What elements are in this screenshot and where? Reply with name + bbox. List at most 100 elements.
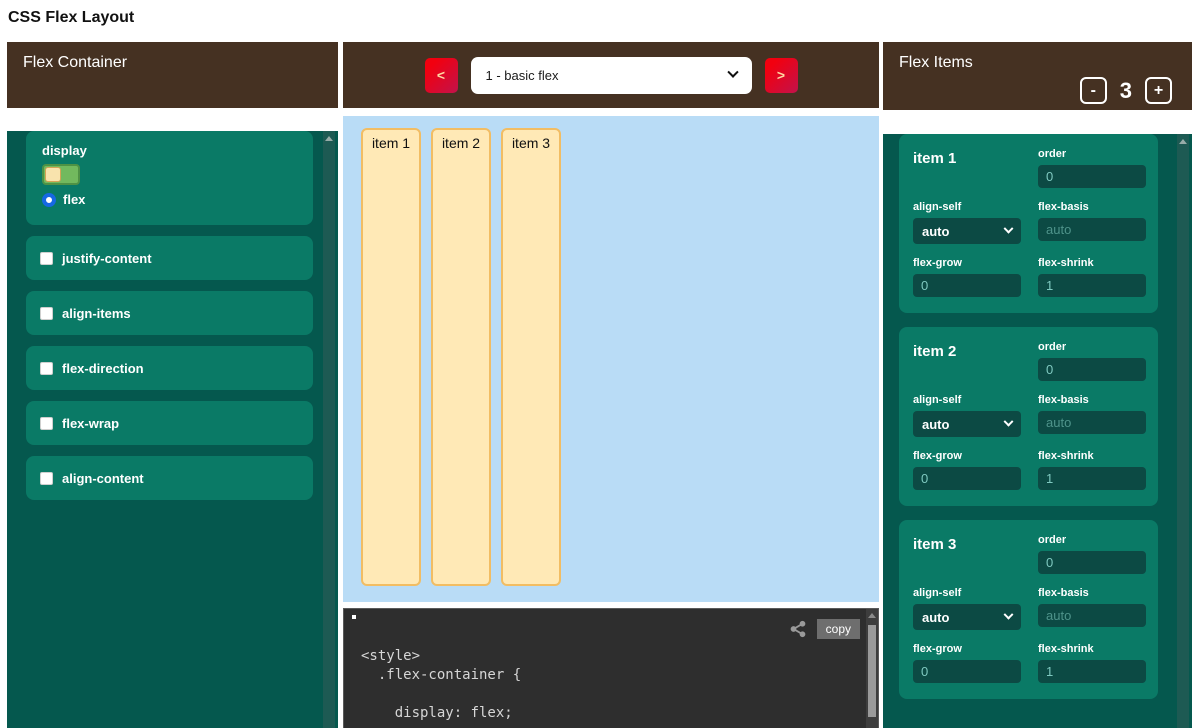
align-self-value: auto	[922, 417, 949, 432]
flex-basis-input[interactable]	[1038, 604, 1146, 627]
prev-example-button[interactable]: <	[425, 58, 458, 93]
item-name: item 3	[913, 534, 1021, 574]
property-label: flex-wrap	[62, 416, 119, 431]
flex-container-header: Flex Container	[7, 42, 338, 108]
scroll-up-arrow-icon[interactable]	[868, 613, 876, 618]
align-self-select[interactable]: auto	[913, 411, 1021, 437]
checkbox-icon[interactable]	[40, 362, 53, 375]
flex-shrink-input[interactable]	[1038, 467, 1146, 490]
item-count-controls: - 3 +	[1080, 77, 1172, 104]
preview-flex-item-2: item 2	[431, 128, 491, 586]
order-label: order	[1038, 148, 1146, 160]
page-title: CSS Flex Layout	[8, 9, 134, 27]
scrollbar-thumb[interactable]	[868, 625, 876, 717]
flex-grow-label: flex-grow	[913, 257, 1021, 269]
share-icon[interactable]	[789, 620, 807, 638]
order-label: order	[1038, 341, 1146, 353]
property-card-align-items[interactable]: align-items	[26, 291, 313, 335]
chevron-down-icon	[1004, 223, 1014, 233]
flex-shrink-field: flex-shrink	[1038, 450, 1146, 490]
flex-basis-input[interactable]	[1038, 218, 1146, 241]
order-input[interactable]	[1038, 165, 1146, 188]
flex-shrink-input[interactable]	[1038, 274, 1146, 297]
property-label: align-content	[62, 471, 144, 486]
copy-button[interactable]: copy	[817, 619, 860, 639]
radio-checked-icon[interactable]	[42, 193, 56, 207]
flex-container-body: display flex justify-content align-items…	[7, 131, 338, 728]
next-example-button[interactable]: >	[765, 58, 798, 93]
flex-grow-field: flex-grow	[913, 257, 1021, 297]
preview-flex-item-1: item 1	[361, 128, 421, 586]
code-line	[361, 685, 858, 704]
display-flex-radio-row: flex	[42, 192, 297, 207]
property-label: justify-content	[62, 251, 152, 266]
display-label: display	[42, 143, 297, 158]
flex-basis-field: flex-basis	[1038, 587, 1146, 630]
decrease-items-button[interactable]: -	[1080, 77, 1107, 104]
right-panel-scrollbar[interactable]	[1177, 134, 1189, 728]
flex-shrink-label: flex-shrink	[1038, 450, 1146, 462]
checkbox-icon[interactable]	[40, 252, 53, 265]
flex-grow-input[interactable]	[913, 467, 1021, 490]
flex-items-title: Flex Items	[899, 54, 1176, 72]
flex-items-header: Flex Items - 3 +	[883, 42, 1192, 110]
flex-grow-label: flex-grow	[913, 450, 1021, 462]
item-name: item 1	[913, 148, 1021, 188]
flex-shrink-input[interactable]	[1038, 660, 1146, 683]
order-field: order	[1038, 534, 1146, 574]
flex-basis-label: flex-basis	[1038, 394, 1146, 406]
checkbox-icon[interactable]	[40, 307, 53, 320]
property-card-flex-wrap[interactable]: flex-wrap	[26, 401, 313, 445]
code-scrollbar[interactable]	[866, 609, 878, 728]
chevron-down-icon	[1004, 609, 1014, 619]
order-input[interactable]	[1038, 358, 1146, 381]
example-select[interactable]: 1 - basic flex	[471, 57, 752, 94]
align-self-value: auto	[922, 610, 949, 625]
flex-grow-input[interactable]	[913, 660, 1021, 683]
flex-preview-container: item 1 item 2 item 3	[343, 116, 879, 602]
flex-radio-label: flex	[63, 192, 85, 207]
example-select-value: 1 - basic flex	[486, 68, 559, 83]
scroll-up-arrow-icon[interactable]	[325, 136, 333, 141]
display-property-card: display flex	[26, 131, 313, 225]
property-card-align-content[interactable]: align-content	[26, 456, 313, 500]
flex-shrink-field: flex-shrink	[1038, 257, 1146, 297]
scroll-up-arrow-icon[interactable]	[1179, 139, 1187, 144]
order-label: order	[1038, 534, 1146, 546]
align-self-select[interactable]: auto	[913, 604, 1021, 630]
flex-item-card-3: item 3 order align-self auto flex-basis …	[899, 520, 1158, 699]
property-card-flex-direction[interactable]: flex-direction	[26, 346, 313, 390]
flex-basis-label: flex-basis	[1038, 587, 1146, 599]
order-input[interactable]	[1038, 551, 1146, 574]
toggle-knob-icon	[45, 167, 61, 182]
flex-item-card-1: item 1 order align-self auto flex-basis …	[899, 134, 1158, 313]
display-toggle[interactable]	[42, 164, 80, 185]
flex-items-body: item 1 order align-self auto flex-basis …	[883, 134, 1192, 728]
property-label: align-items	[62, 306, 131, 321]
flex-basis-input[interactable]	[1038, 411, 1146, 434]
preview-flex-item-3: item 3	[501, 128, 561, 586]
left-panel-scrollbar[interactable]	[323, 131, 335, 728]
increase-items-button[interactable]: +	[1145, 77, 1172, 104]
flex-grow-field: flex-grow	[913, 643, 1021, 683]
align-self-label: align-self	[913, 394, 1021, 406]
example-nav-bar: < 1 - basic flex >	[343, 42, 879, 108]
chevron-down-icon	[727, 67, 738, 78]
item-count: 3	[1120, 78, 1132, 104]
flex-grow-input[interactable]	[913, 274, 1021, 297]
flex-items-panel: Flex Items - 3 + item 1 order align-self…	[883, 42, 1192, 728]
property-card-justify-content[interactable]: justify-content	[26, 236, 313, 280]
align-self-label: align-self	[913, 587, 1021, 599]
align-self-value: auto	[922, 224, 949, 239]
align-self-select[interactable]: auto	[913, 218, 1021, 244]
flex-shrink-label: flex-shrink	[1038, 257, 1146, 269]
order-field: order	[1038, 148, 1146, 188]
flex-basis-label: flex-basis	[1038, 201, 1146, 213]
code-block: <style> .flex-container { display: flex;	[361, 647, 858, 723]
chevron-down-icon	[1004, 416, 1014, 426]
checkbox-icon[interactable]	[40, 472, 53, 485]
code-line: .flex-container {	[361, 666, 858, 685]
checkbox-icon[interactable]	[40, 417, 53, 430]
align-self-field: align-self auto	[913, 201, 1021, 244]
flex-item-card-2: item 2 order align-self auto flex-basis …	[899, 327, 1158, 506]
